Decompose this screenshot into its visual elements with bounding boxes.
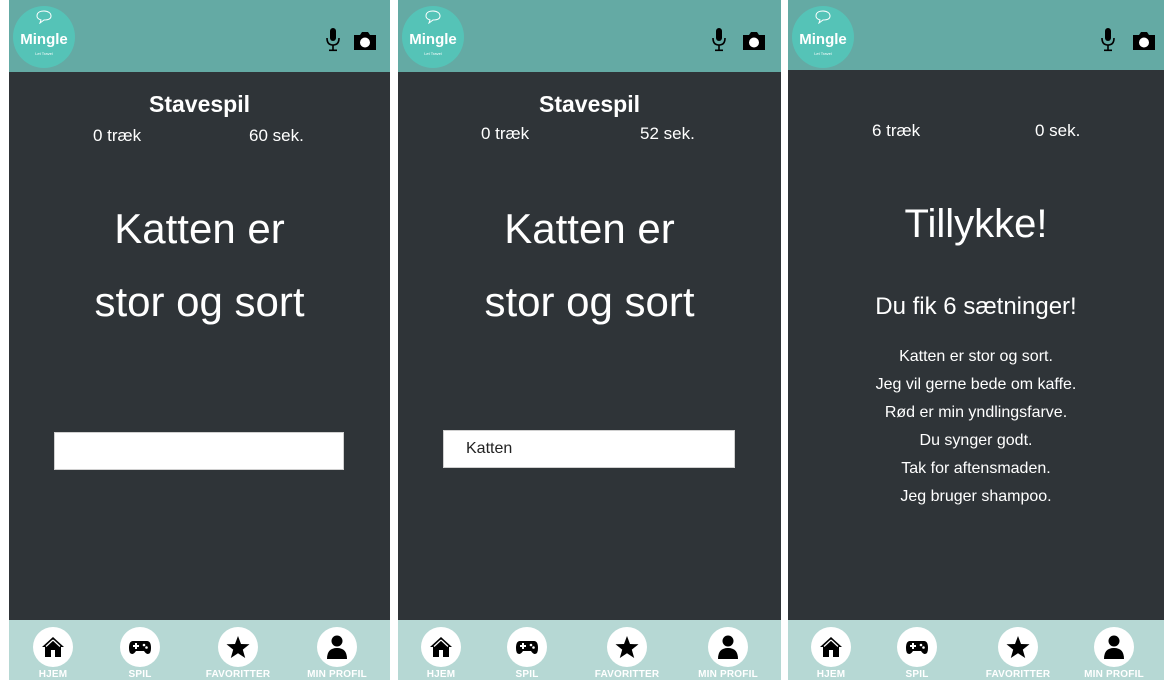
nav-label: FAVORITTER [985,669,1051,680]
game-screen-result: Mingle Let Travel 6 træk 0 sek. Tillykke… [788,0,1164,680]
home-icon [430,637,452,657]
nav-label: MIN PROFIL [307,669,367,680]
timer: 52 sek. [640,124,695,143]
nav-label: FAVORITTER [205,669,271,680]
nav-label: MIN PROFIL [698,669,758,680]
microphone-icon[interactable] [1101,28,1115,54]
mingle-logo[interactable]: Mingle Let Travel [792,6,854,68]
game-screen-start: Mingle Let Travel Stavespil 0 træk 60 se… [9,0,390,680]
nav-item-games[interactable]: SPIL [877,624,957,680]
chat-bubble-icon [815,10,831,24]
nav-item-home[interactable]: HJEM [13,624,93,680]
timer: 60 sek. [249,126,304,145]
nav-label: SPIL [515,669,539,680]
logo-tagline: Let Travel [814,51,832,56]
moves-counter: 0 træk [93,126,142,145]
answer-input[interactable] [54,432,344,470]
congrats-heading: Tillykke! [904,202,1048,246]
list-item: Rød er min yndlingsfarve. [884,404,1068,421]
microphone-icon[interactable] [326,28,340,54]
list-item: Du synger godt. [919,432,1033,449]
chat-bubble-icon [36,10,52,24]
moves-counter: 0 træk [481,124,530,143]
app-header: Mingle Let Travel [398,0,781,72]
bottom-nav: HJEM SPIL FAVORITTER MIN PROFIL [788,620,1164,680]
game-title: Stavespil [149,91,250,117]
mingle-logo[interactable]: Mingle Let Travel [13,6,75,68]
logo-name: Mingle [799,31,847,48]
sentence-line-2: stor og sort [484,278,695,325]
nav-item-games[interactable]: SPIL [487,624,567,680]
completed-sentences-list: Katten er stor og sort. Jeg vil gerne be… [788,343,1164,511]
answer-input[interactable] [443,430,735,468]
gamepad-icon [129,641,151,654]
camera-icon[interactable] [352,30,378,52]
logo-tagline: Let Travel [424,51,442,56]
app-header: Mingle Let Travel [788,0,1164,70]
nav-item-home[interactable]: HJEM [791,624,871,680]
chat-bubble-icon [425,10,441,24]
bottom-nav: HJEM SPIL FAVORITTER MIN PROFIL [9,620,390,680]
person-icon [1104,635,1124,659]
gamepad-icon [516,641,538,654]
nav-item-profile[interactable]: MIN PROFIL [297,624,377,680]
sentence-line-1: Katten er [504,205,675,252]
nav-item-home[interactable]: HJEM [401,624,481,680]
home-icon [820,637,842,657]
game-title: Stavespil [539,91,640,117]
person-icon [718,635,738,659]
star-icon [1006,636,1030,658]
microphone-icon[interactable] [712,28,726,54]
gamepad-icon [906,641,928,654]
nav-label: MIN PROFIL [1084,669,1144,680]
nav-label: HJEM [38,669,68,680]
game-screen-typing: Mingle Let Travel Stavespil 0 træk 52 se… [398,0,781,680]
sentence-line-1: Katten er [114,205,285,252]
star-icon [615,636,639,658]
nav-label: SPIL [128,669,152,680]
nav-item-favorites[interactable]: FAVORITTER [587,624,667,680]
bottom-nav: HJEM SPIL FAVORITTER MIN PROFIL [398,620,781,680]
nav-item-games[interactable]: SPIL [100,624,180,680]
nav-item-favorites[interactable]: FAVORITTER [978,624,1058,680]
logo-name: Mingle [409,31,457,48]
sentence-line-2: stor og sort [94,278,305,325]
mingle-logo[interactable]: Mingle Let Travel [402,6,464,68]
nav-item-profile[interactable]: MIN PROFIL [688,624,768,680]
list-item: Katten er stor og sort. [899,348,1053,365]
moves-counter: 6 træk [872,121,921,140]
list-item: Tak for aftensmaden. [901,460,1051,477]
nav-item-profile[interactable]: MIN PROFIL [1074,624,1154,680]
logo-name: Mingle [20,31,68,48]
timer: 0 sek. [1035,121,1081,140]
camera-icon[interactable] [1131,30,1157,52]
nav-item-favorites[interactable]: FAVORITTER [198,624,278,680]
star-icon [226,636,250,658]
result-summary: Du fik 6 sætninger! [875,293,1077,320]
list-item: Jeg vil gerne bede om kaffe. [875,376,1077,393]
app-header: Mingle Let Travel [9,0,390,72]
list-item: Jeg bruger shampoo. [900,488,1052,505]
home-icon [42,637,64,657]
person-icon [327,635,347,659]
nav-label: FAVORITTER [594,669,660,680]
camera-icon[interactable] [741,30,767,52]
logo-tagline: Let Travel [35,51,53,56]
nav-label: SPIL [905,669,929,680]
